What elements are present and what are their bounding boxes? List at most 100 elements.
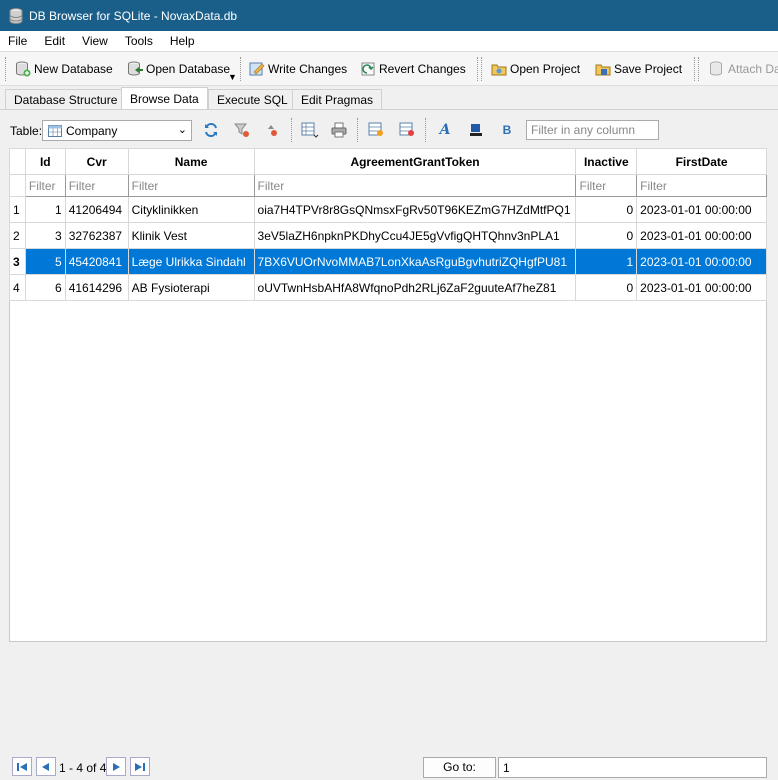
write-changes-button[interactable]: Write Changes (248, 58, 347, 80)
menu-edit[interactable]: Edit (36, 34, 74, 48)
table-cell[interactable]: AB Fysioterapi (127, 274, 255, 301)
column-header[interactable]: FirstDate (636, 148, 767, 175)
table-row[interactable]: 4 6 41614296 AB Fysioterapi oUVTwnHsbAHfA8Wf… (9, 274, 767, 301)
table-row[interactable]: 2 3 32762387 Klinik Vest 3eV5laZH6npknPKDhyC… (9, 222, 767, 249)
print-button[interactable] (329, 120, 349, 140)
font-button[interactable]: A (434, 120, 456, 140)
table-cell[interactable]: 2023-01-01 00:00:00 (636, 222, 767, 249)
column-header[interactable]: Id (24, 148, 66, 175)
save-project-button[interactable]: Save Project (594, 58, 682, 80)
insert-record-button[interactable] (366, 120, 388, 140)
write-changes-icon (249, 62, 265, 76)
table-cell[interactable]: 6 (24, 274, 66, 301)
corner-header[interactable] (9, 148, 26, 175)
table-cell[interactable]: 1 (575, 248, 638, 275)
new-database-button[interactable]: New Database (14, 58, 113, 80)
column-header[interactable]: AgreementGrantToken (253, 148, 577, 175)
clear-filter-icon (234, 123, 249, 137)
next-record-button[interactable] (106, 757, 126, 776)
table-cell[interactable]: 7BX6VUOrNvoMMAB7LonXkaAsRguBgvhutriZQHgf… (253, 248, 577, 275)
table-cell[interactable]: 2023-01-01 00:00:00 (636, 274, 767, 301)
main-tabs: Database Structure Browse Data Execute S… (0, 86, 778, 110)
column-header[interactable]: Name (127, 148, 255, 175)
tab-label: Edit Pragmas (301, 92, 374, 107)
go-to-input[interactable]: 1 (498, 757, 767, 778)
table-cell[interactable]: 3 (24, 222, 66, 249)
menu-view[interactable]: View (74, 34, 117, 48)
row-number[interactable]: 1 (9, 196, 26, 223)
table-cell[interactable]: Læge Ulrikka Sindahl (127, 248, 255, 275)
table-cell[interactable]: 5 (24, 248, 66, 275)
menu-help[interactable]: Help (162, 34, 204, 48)
column-filter-input[interactable]: Filter (127, 174, 255, 197)
save-results-button[interactable] (299, 120, 321, 140)
column-filter-input[interactable]: Filter (64, 174, 129, 197)
attach-database-label: Attach Dat (728, 62, 778, 76)
table-cell[interactable]: Cityklinikken (127, 196, 255, 223)
column-filter-input[interactable]: Filter (575, 174, 638, 197)
tab-edit-pragmas[interactable]: Edit Pragmas (292, 89, 383, 109)
row-number[interactable]: 4 (9, 274, 26, 301)
toolbar-separator (477, 57, 478, 81)
go-to-button[interactable]: Go to: (423, 757, 496, 778)
table-cell[interactable]: 41614296 (64, 274, 129, 301)
open-database-button[interactable]: Open Database (126, 58, 230, 80)
column-filter-input[interactable]: Filter (253, 174, 577, 197)
text-color-button[interactable]: B (496, 120, 518, 140)
row-number[interactable]: 3 (9, 248, 26, 275)
open-project-label: Open Project (510, 62, 581, 76)
toolbar-separator (425, 118, 426, 142)
previous-record-button[interactable] (36, 757, 56, 776)
table-cell[interactable]: 0 (575, 222, 638, 249)
table-cell[interactable]: 0 (575, 274, 638, 301)
go-to-value: 1 (503, 761, 510, 775)
menu-tools[interactable]: Tools (117, 34, 162, 48)
background-color-button[interactable] (465, 120, 487, 140)
toolbar-grip (481, 57, 482, 81)
table-cell[interactable]: 2023-01-01 00:00:00 (636, 248, 767, 275)
attach-database-button[interactable]: Attach Dat (708, 58, 778, 80)
table-cell[interactable]: 32762387 (64, 222, 129, 249)
table-cell[interactable]: 1 (24, 196, 66, 223)
table-cell[interactable]: oUVTwnHsbAHfA8WfqnoPdh2RLj6ZaF2guuteAf7h… (253, 274, 577, 301)
tab-execute-sql[interactable]: Execute SQL (208, 89, 297, 109)
column-header[interactable]: Cvr (64, 148, 129, 175)
tab-browse-data[interactable]: Browse Data (121, 87, 208, 110)
table-label: Table: (10, 124, 43, 138)
refresh-button[interactable] (201, 120, 221, 140)
table-select[interactable]: Company ⌄ (42, 120, 192, 141)
column-filter-input[interactable]: Filter (24, 174, 66, 197)
toolbar-grip (698, 57, 699, 81)
title-bar: DB Browser for SQLite - NovaxData.db (0, 0, 778, 31)
open-project-button[interactable]: Open Project (490, 58, 580, 80)
delete-record-button[interactable] (397, 120, 417, 140)
clear-filters-button[interactable] (232, 120, 252, 140)
table-row[interactable]: 3 5 45420841 Læge Ulrikka Sindahl 7BX6VUOrNv… (9, 248, 767, 275)
attach-database-icon (710, 61, 722, 76)
toolbar-separator (240, 57, 241, 81)
open-database-dropdown[interactable]: ▼ (228, 66, 237, 88)
table-cell[interactable]: 45420841 (64, 248, 129, 275)
table-row[interactable]: 1 1 41206494 Cityklinikken oia7H4TPVr8r8GsQN… (9, 196, 767, 223)
table-cell[interactable]: oia7H4TPVr8r8GsQNmsxFgRv50T96KEZmG7HZdMt… (253, 196, 577, 223)
column-header[interactable]: Inactive (575, 148, 638, 175)
row-number[interactable]: 2 (9, 222, 26, 249)
column-filter-input[interactable]: Filter (636, 174, 767, 197)
table-cell[interactable]: 41206494 (64, 196, 129, 223)
save-project-label: Save Project (614, 62, 683, 76)
open-database-icon (128, 61, 143, 76)
table-cell[interactable]: Klinik Vest (127, 222, 255, 249)
first-record-button[interactable] (12, 757, 32, 776)
table-cell[interactable]: 3eV5laZH6npknPKDhyCcu4JE5gVvfigQHTQhnv3n… (253, 222, 577, 249)
tab-database-structure[interactable]: Database Structure (5, 89, 127, 109)
last-record-button[interactable] (130, 757, 150, 776)
toolbar-separator (694, 57, 695, 81)
table-cell[interactable]: 0 (575, 196, 638, 223)
next-page-icon (113, 762, 120, 771)
filter-any-column-input[interactable]: Filter in any column (526, 120, 659, 140)
menu-file[interactable]: File (0, 34, 36, 48)
tab-label: Execute SQL (217, 92, 288, 107)
table-cell[interactable]: 2023-01-01 00:00:00 (636, 196, 767, 223)
revert-changes-button[interactable]: Revert Changes (359, 58, 466, 80)
clear-sorting-button[interactable] (263, 120, 283, 140)
